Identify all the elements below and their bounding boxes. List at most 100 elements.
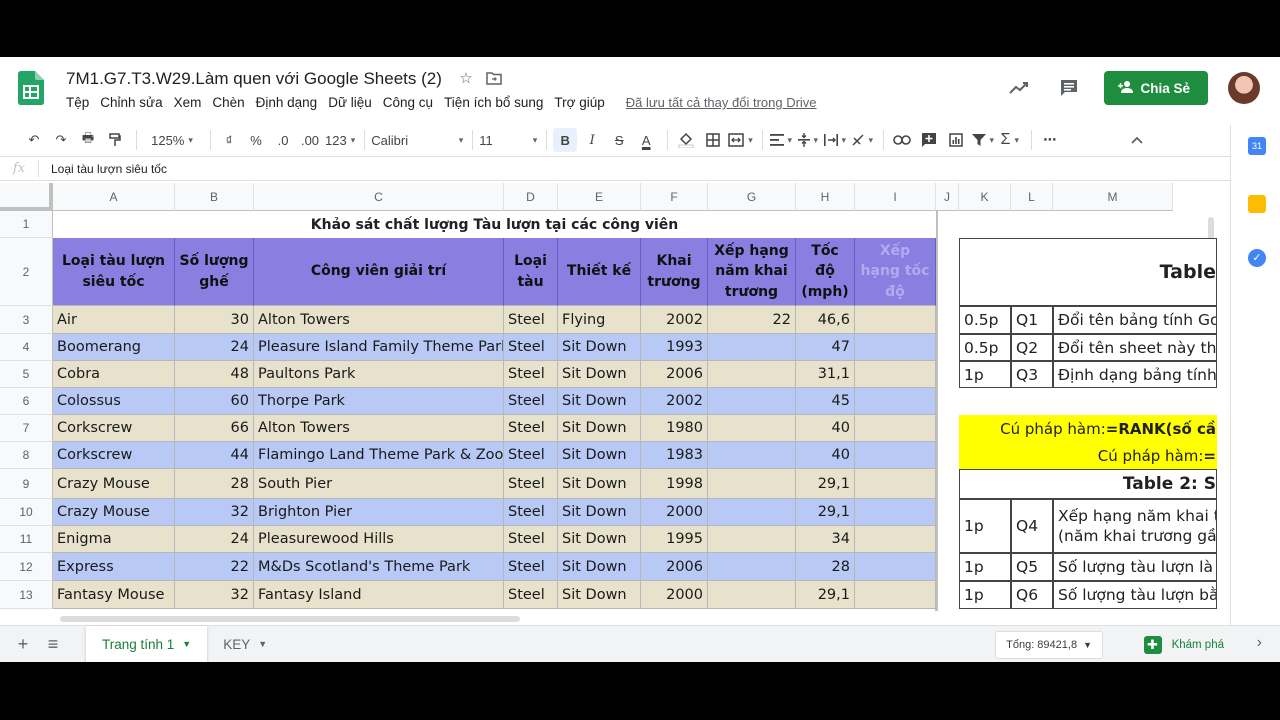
insert-chart-icon[interactable] [944,128,968,152]
row-header-12[interactable]: 12 [0,553,53,581]
data-cell[interactable]: 31,1 [796,361,855,388]
data-cell[interactable]: 40 [796,415,855,442]
data-cell[interactable]: Crazy Mouse [53,469,175,499]
data-cell[interactable]: Sit Down [558,469,641,499]
insert-comment-icon[interactable] [917,128,941,152]
add-sheet-icon[interactable]: + [8,629,38,659]
italic-button[interactable]: I [580,128,604,152]
print-icon[interactable]: 🖶 [76,128,100,152]
column-header-d[interactable]: D [504,183,558,211]
data-cell[interactable]: Crazy Mouse [53,499,175,526]
data-cell[interactable] [855,334,936,361]
data-cell[interactable] [708,415,796,442]
data-cell[interactable]: 28 [175,469,254,499]
saved-status[interactable]: Đã lưu tất cả thay đổi trong Drive [626,95,817,110]
data-cell[interactable]: 29,1 [796,469,855,499]
column-title-cell[interactable]: Xếp hạng tốc độ [855,238,936,306]
sheet-title[interactable]: Khảo sát chất lượng Tàu lượn tại các côn… [53,211,936,238]
column-header-e[interactable]: E [558,183,641,211]
formula-input[interactable]: Loại tàu lượn siêu tốc [51,162,167,176]
menu-view[interactable]: Xem [174,95,202,110]
data-cell[interactable]: Steel [504,388,558,415]
star-icon[interactable]: ☆ [457,69,475,87]
text-wrap-icon[interactable] [823,128,847,152]
keep-icon[interactable] [1248,195,1266,213]
data-cell[interactable] [708,499,796,526]
data-cell[interactable]: 1998 [641,469,708,499]
insert-link-icon[interactable] [890,128,914,152]
sheet-tab-key[interactable]: KEY ▼ [207,626,283,663]
document-title[interactable]: 7M1.G7.T3.W29.Làm quen với Google Sheets… [66,69,442,89]
vertical-align-icon[interactable] [796,128,820,152]
more-options-icon[interactable]: ⋯ [1038,128,1062,152]
column-header-a[interactable]: A [53,183,175,211]
data-cell[interactable] [855,306,936,334]
menu-data[interactable]: Dữ liệu [328,95,372,110]
data-cell[interactable]: Sit Down [558,499,641,526]
data-cell[interactable] [855,499,936,526]
zoom-select[interactable]: 125% [143,128,201,152]
collapse-chevron-up-icon[interactable] [1125,128,1149,152]
data-cell[interactable]: Steel [504,334,558,361]
column-header-k[interactable]: K [959,183,1011,211]
font-family-select[interactable]: Calibri [371,128,463,152]
row-header-1[interactable]: 1 [0,211,53,238]
row-header-2[interactable]: 2 [0,238,53,306]
data-cell[interactable]: Sit Down [558,388,641,415]
data-cell[interactable] [708,526,796,553]
menu-file[interactable]: Tệp [66,95,89,110]
data-cell[interactable]: Paultons Park [254,361,504,388]
data-cell[interactable]: 30 [175,306,254,334]
data-cell[interactable]: 2000 [641,581,708,609]
data-cell[interactable] [708,442,796,469]
spreadsheet-grid[interactable]: A B C D E F G H I J K L M 1 2 3 4 5 6 7 8 9 10 11 12 13 Khảo sát c… [0,183,1217,611]
column-header-c[interactable]: C [254,183,504,211]
merge-cells-icon[interactable] [728,128,753,152]
data-cell[interactable] [708,581,796,609]
data-cell[interactable]: Steel [504,581,558,609]
data-cell[interactable]: South Pier [254,469,504,499]
data-cell[interactable]: Steel [504,361,558,388]
column-header-m[interactable]: M [1053,183,1173,211]
explore-button[interactable]: ✚ Khám phá [1143,631,1224,659]
data-cell[interactable]: M&Ds Scotland's Theme Park [254,553,504,581]
column-title-cell[interactable]: Xếp hạng năm khai trương [708,238,796,306]
data-cell[interactable] [855,469,936,499]
data-cell[interactable]: 44 [175,442,254,469]
paint-format-icon[interactable] [103,128,127,152]
data-cell[interactable]: 29,1 [796,499,855,526]
data-cell[interactable]: Pleasure Island Family Theme Park [254,334,504,361]
data-cell[interactable] [855,526,936,553]
text-color-button[interactable]: A [634,128,658,152]
data-cell[interactable]: 29,1 [796,581,855,609]
data-cell[interactable]: Brighton Pier [254,499,504,526]
data-cell[interactable]: Alton Towers [254,415,504,442]
column-title-cell[interactable]: Loại tàu lượn siêu tốc [53,238,175,306]
data-cell[interactable]: 24 [175,526,254,553]
data-cell[interactable]: Sit Down [558,581,641,609]
data-cell[interactable]: 22 [175,553,254,581]
column-header-h[interactable]: H [796,183,855,211]
data-cell[interactable]: Flamingo Land Theme Park & Zoo [254,442,504,469]
decrease-decimal-button[interactable]: .0 [271,128,295,152]
row-header-10[interactable]: 10 [0,499,53,526]
menu-insert[interactable]: Chèn [212,95,244,110]
data-cell[interactable]: Sit Down [558,442,641,469]
row-header-7[interactable]: 7 [0,415,53,442]
strikethrough-button[interactable]: S [607,128,631,152]
column-header-j[interactable]: J [936,183,959,211]
data-cell[interactable]: 45 [796,388,855,415]
fill-color-icon[interactable] [674,128,698,152]
menu-addons[interactable]: Tiện ích bổ sung [444,95,543,110]
data-cell[interactable]: Sit Down [558,415,641,442]
column-header-f[interactable]: F [641,183,708,211]
row-header-9[interactable]: 9 [0,469,53,499]
column-title-cell[interactable]: Thiết kế [558,238,641,306]
sum-indicator[interactable]: Tổng: 89421,8 ▼ [995,631,1103,659]
data-cell[interactable]: Steel [504,499,558,526]
data-cell[interactable]: Steel [504,469,558,499]
row-header-13[interactable]: 13 [0,581,53,609]
menu-tools[interactable]: Công cụ [383,95,433,110]
dropdown-caret-icon[interactable]: ▼ [182,639,191,649]
comments-icon[interactable] [1054,73,1084,103]
